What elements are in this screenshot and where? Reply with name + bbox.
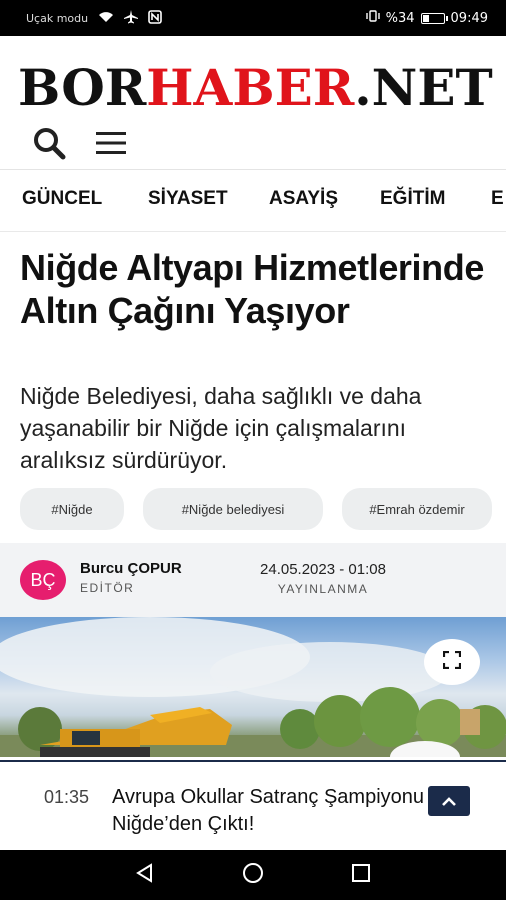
news-ticker: 01:35 Avrupa Okullar Satranç Şampiyonu N… bbox=[0, 760, 506, 850]
publish-label: YAYINLANMA bbox=[277, 582, 369, 596]
site-header: BORHABER.NET bbox=[0, 36, 506, 170]
airplane-icon bbox=[124, 9, 139, 27]
search-icon bbox=[32, 126, 66, 164]
tag-list: #Niğde #Niğde belediyesi #Emrah özdemir bbox=[0, 488, 506, 530]
hero-scene bbox=[0, 617, 506, 757]
hamburger-menu-icon bbox=[95, 131, 127, 159]
wifi-icon bbox=[98, 11, 114, 26]
article-title: Niğde Altyapı Hizmetlerinde Altın Çağını… bbox=[20, 247, 484, 331]
system-nav-bar bbox=[0, 850, 506, 900]
tag-chip[interactable]: #Niğde bbox=[20, 488, 124, 530]
vibrate-icon bbox=[365, 10, 380, 26]
article-summary: Niğde Belediyesi, daha sağlıklı ve daha … bbox=[20, 383, 422, 473]
nav-item-egitim[interactable]: EĞİTİM bbox=[380, 188, 445, 210]
menu-button[interactable] bbox=[92, 126, 130, 164]
author-role: EDİTÖR bbox=[80, 581, 135, 595]
hero-image bbox=[0, 617, 506, 757]
fullscreen-icon bbox=[442, 650, 462, 673]
nav-item-next[interactable]: E bbox=[491, 188, 504, 210]
search-button[interactable] bbox=[30, 126, 68, 164]
logo-part-net: .NET bbox=[354, 58, 493, 117]
nav-item-guncel[interactable]: GÜNCEL bbox=[22, 188, 102, 210]
status-carrier: Uçak modu bbox=[26, 11, 89, 25]
nav-item-asayis[interactable]: ASAYİŞ bbox=[269, 188, 338, 210]
status-bar: Uçak modu %34 09:49 bbox=[0, 0, 506, 36]
back-button[interactable] bbox=[130, 860, 160, 890]
logo-part-haber: HABER bbox=[146, 58, 355, 117]
status-time: 09:49 bbox=[450, 10, 488, 26]
ticker-time: 01:35 bbox=[44, 787, 90, 807]
battery-percent: %34 bbox=[385, 10, 415, 26]
home-button[interactable] bbox=[238, 860, 268, 890]
category-nav: GÜNCEL SİYASET ASAYİŞ EĞİTİM E bbox=[0, 170, 506, 232]
home-circle-icon bbox=[242, 862, 264, 888]
scroll-top-button[interactable] bbox=[428, 786, 470, 816]
author-name[interactable]: Burcu ÇOPUR bbox=[80, 560, 182, 577]
logo-part-bor: BOR bbox=[18, 58, 147, 117]
fullscreen-button[interactable] bbox=[424, 639, 480, 685]
battery-icon bbox=[420, 12, 448, 24]
ticker-headline[interactable]: Avrupa Okullar Satranç Şampiyonu Niğde’d… bbox=[112, 784, 428, 838]
nav-item-siyaset[interactable]: SİYASET bbox=[148, 188, 228, 210]
tag-chip[interactable]: #Emrah özdemir bbox=[342, 488, 492, 530]
recents-square-icon bbox=[351, 863, 371, 887]
chevron-up-icon bbox=[442, 792, 456, 811]
publish-date: 24.05.2023 - 01:08 bbox=[260, 561, 386, 578]
recents-button[interactable] bbox=[346, 860, 376, 890]
back-triangle-icon bbox=[135, 863, 155, 887]
tag-chip[interactable]: #Niğde belediyesi bbox=[143, 488, 323, 530]
nfc-icon bbox=[148, 9, 162, 27]
site-logo[interactable]: BORHABER.NET bbox=[18, 60, 493, 116]
author-bar: BÇ Burcu ÇOPUR EDİTÖR 24.05.2023 - 01:08… bbox=[0, 543, 506, 617]
avatar[interactable]: BÇ bbox=[20, 560, 66, 600]
